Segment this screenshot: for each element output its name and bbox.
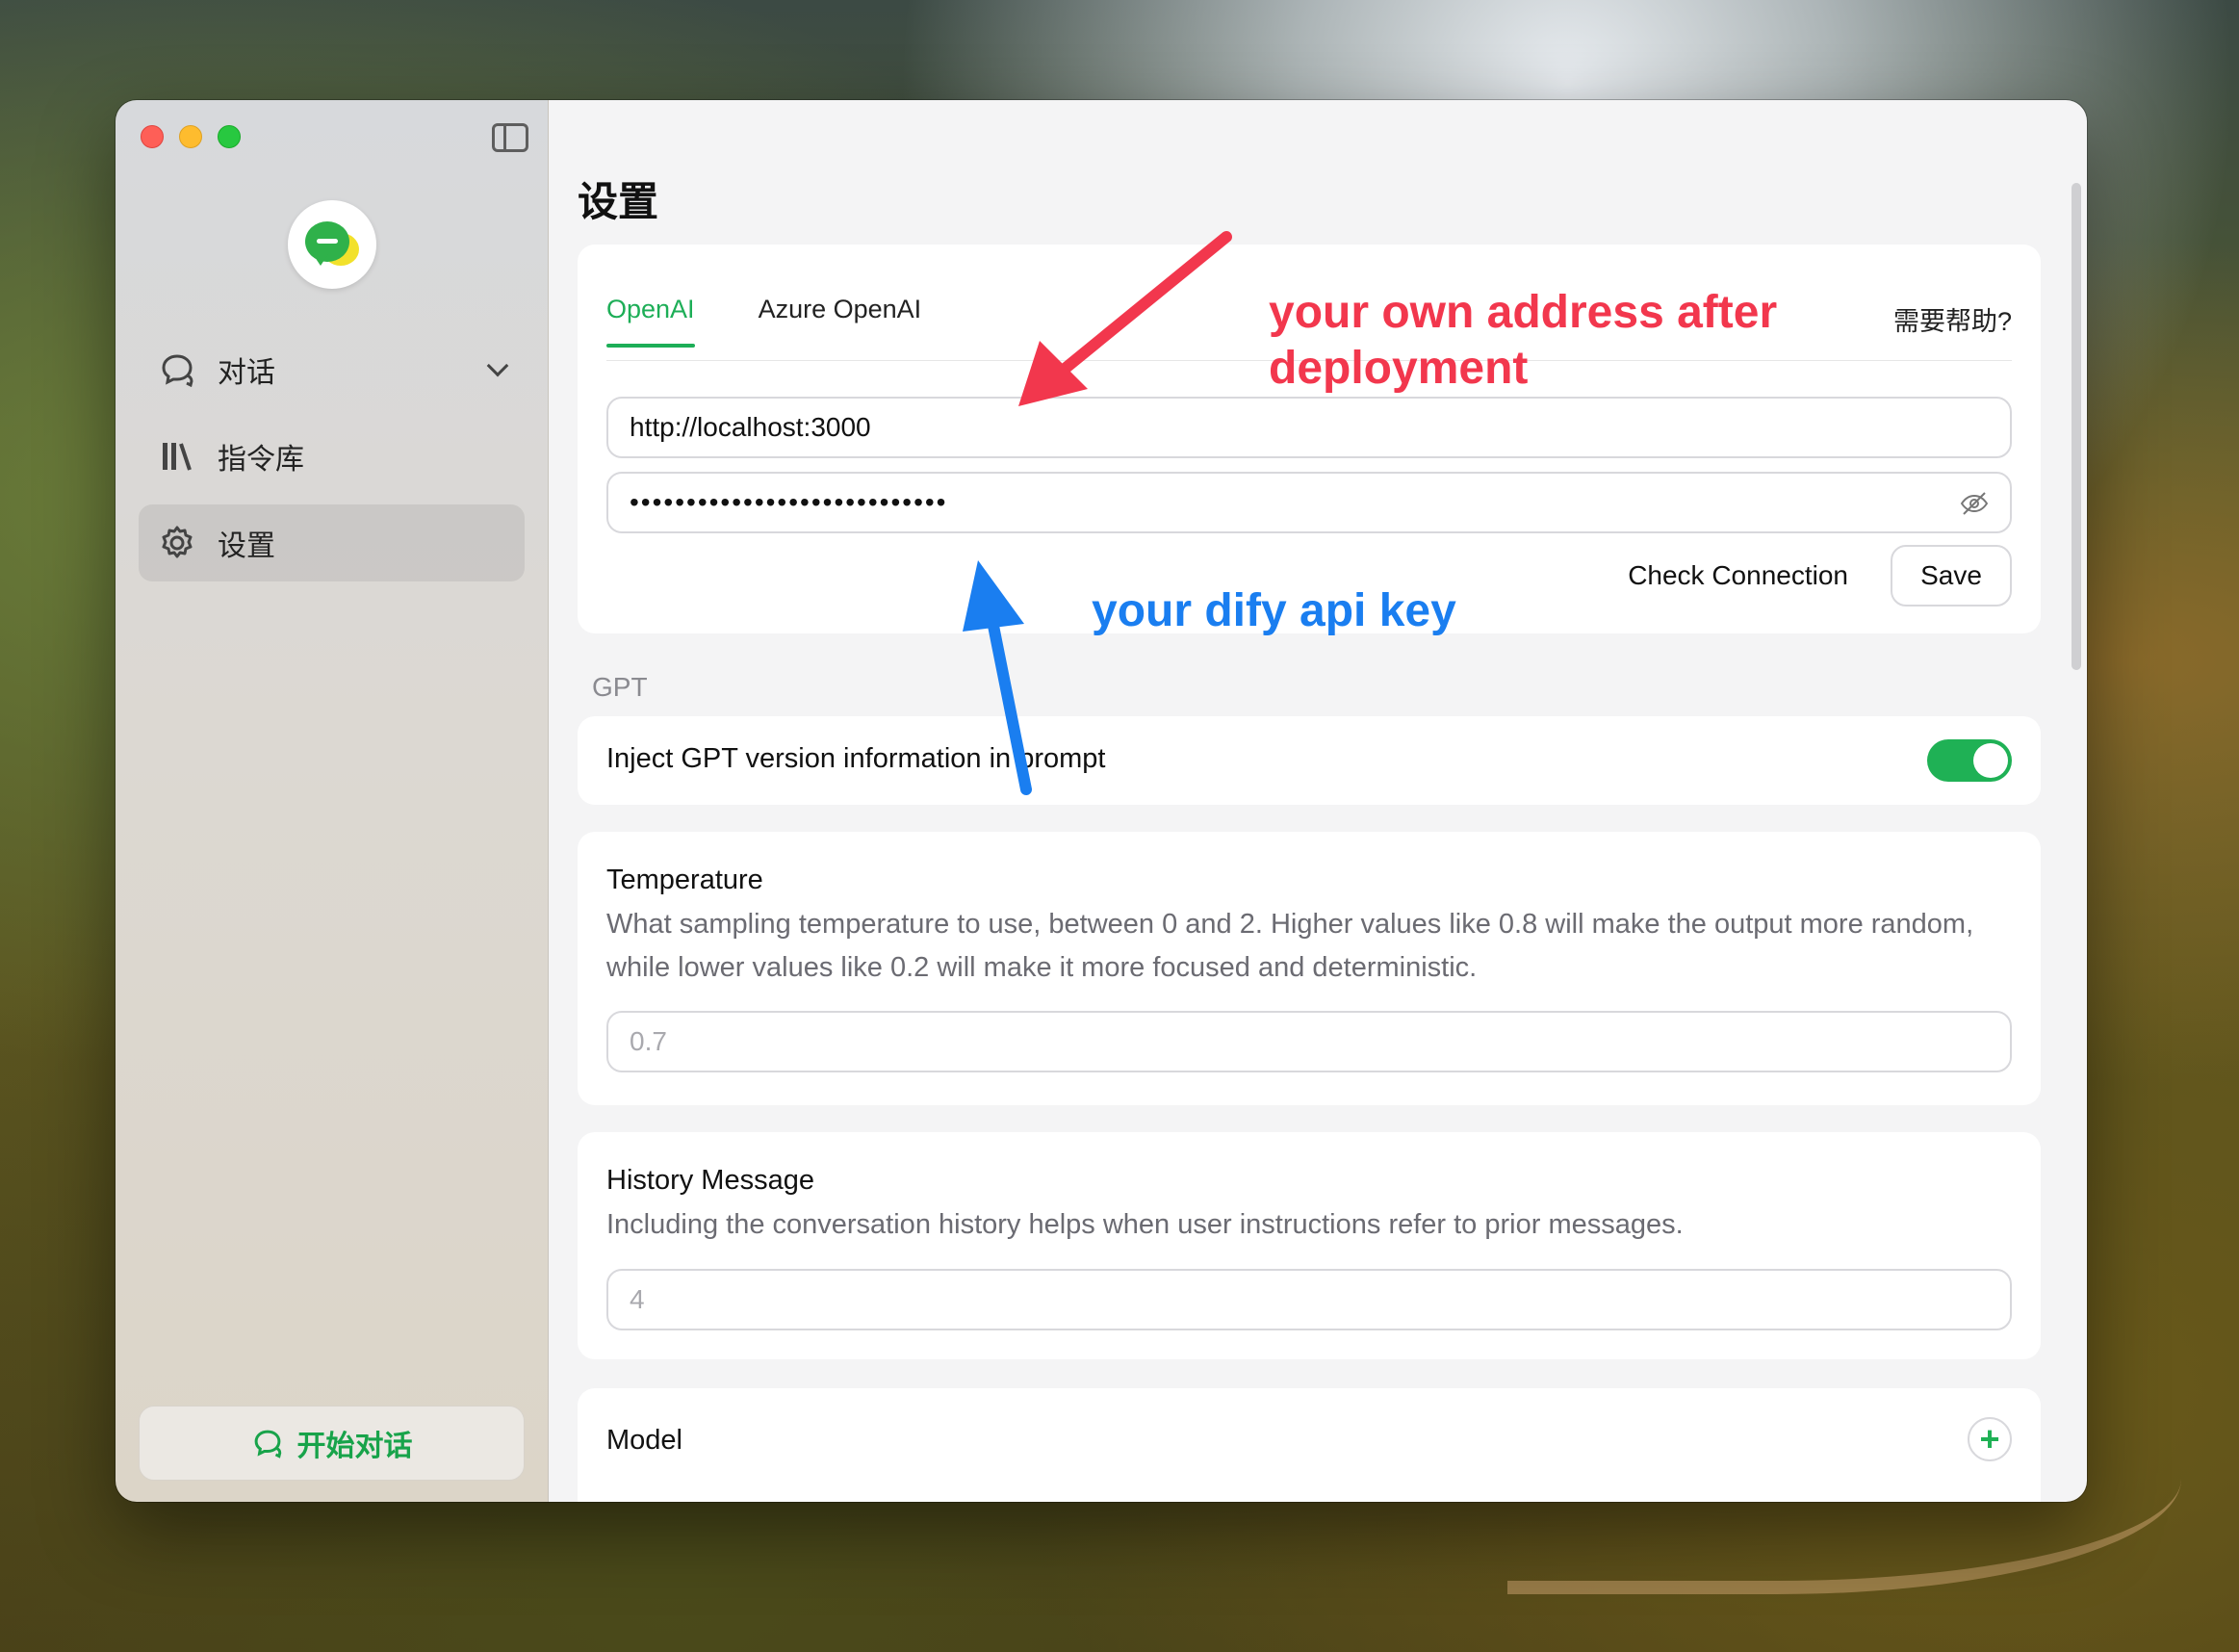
model-title: Model [606, 1425, 682, 1456]
help-link[interactable]: 需要帮助? [1893, 300, 2012, 338]
gpt-section-label: GPT [592, 672, 648, 702]
chat-bubbles-icon [158, 350, 196, 389]
annotation-api-key: your dify api key [1092, 585, 1456, 636]
save-button[interactable]: Save [1891, 545, 2012, 607]
inject-gpt-version-card: Inject GPT version information in prompt [578, 716, 2041, 805]
history-message-description: Including the conversation history helps… [606, 1209, 1684, 1240]
temperature-title: Temperature [606, 865, 763, 895]
chat-bubbles-icon [251, 1427, 284, 1459]
chevron-down-icon[interactable] [486, 354, 509, 377]
sidebar: 对话 指令库 设置 开始对话 [116, 100, 549, 1502]
model-card: Model + [578, 1388, 2041, 1502]
tab-openai[interactable]: OpenAI [606, 295, 695, 348]
history-message-card: History Message Including the conversati… [578, 1132, 2041, 1359]
start-chat-button[interactable]: 开始对话 [139, 1406, 525, 1481]
add-model-button[interactable]: + [1968, 1417, 2012, 1461]
temperature-input[interactable]: 0.7 [606, 1011, 2012, 1072]
sidebar-item-settings[interactable]: 设置 [139, 504, 525, 581]
api-url-input[interactable]: http://localhost:3000 [606, 397, 2012, 458]
api-key-input[interactable]: •••••••••••••••••••••••••••• [606, 472, 2012, 533]
inject-gpt-version-toggle[interactable] [1927, 739, 2012, 782]
history-message-title: History Message [606, 1165, 814, 1196]
sidebar-item-label: 对话 [218, 357, 275, 389]
sidebar-item-chat[interactable]: 对话 [139, 331, 525, 408]
temperature-card: Temperature What sampling temperature to… [578, 832, 2041, 1105]
scrollbar[interactable] [2072, 183, 2081, 670]
sidebar-item-label: 设置 [218, 530, 275, 562]
history-message-placeholder: 4 [630, 1284, 645, 1314]
close-window-button[interactable] [141, 125, 164, 148]
check-connection-button[interactable]: Check Connection [1628, 560, 1848, 591]
gear-icon [158, 524, 196, 562]
provider-tabs: OpenAI Azure OpenAI [606, 295, 921, 348]
eye-slash-icon[interactable] [1960, 491, 1989, 516]
sidebar-item-label: 指令库 [218, 444, 304, 476]
tab-azure-openai[interactable]: Azure OpenAI [759, 295, 922, 348]
sidebar-nav: 对话 指令库 设置 [139, 331, 525, 591]
app-logo [288, 200, 376, 289]
library-icon [158, 437, 196, 476]
annotation-address: your own address after deployment [1269, 287, 1778, 394]
history-message-input[interactable]: 4 [606, 1269, 2012, 1330]
api-url-value: http://localhost:3000 [630, 412, 871, 442]
zoom-window-button[interactable] [218, 125, 241, 148]
window-controls [141, 125, 241, 148]
temperature-placeholder: 0.7 [630, 1026, 667, 1056]
minimize-window-button[interactable] [179, 125, 202, 148]
sidebar-toggle-icon[interactable] [492, 123, 528, 152]
api-key-value: •••••••••••••••••••••••••••• [630, 487, 948, 517]
start-chat-label: 开始对话 [296, 1431, 413, 1462]
inject-gpt-version-title: Inject GPT version information in prompt [606, 743, 1106, 774]
sidebar-item-library[interactable]: 指令库 [139, 418, 525, 495]
page-title: 设置 [578, 179, 659, 224]
temperature-description: What sampling temperature to use, betwee… [606, 909, 1974, 983]
